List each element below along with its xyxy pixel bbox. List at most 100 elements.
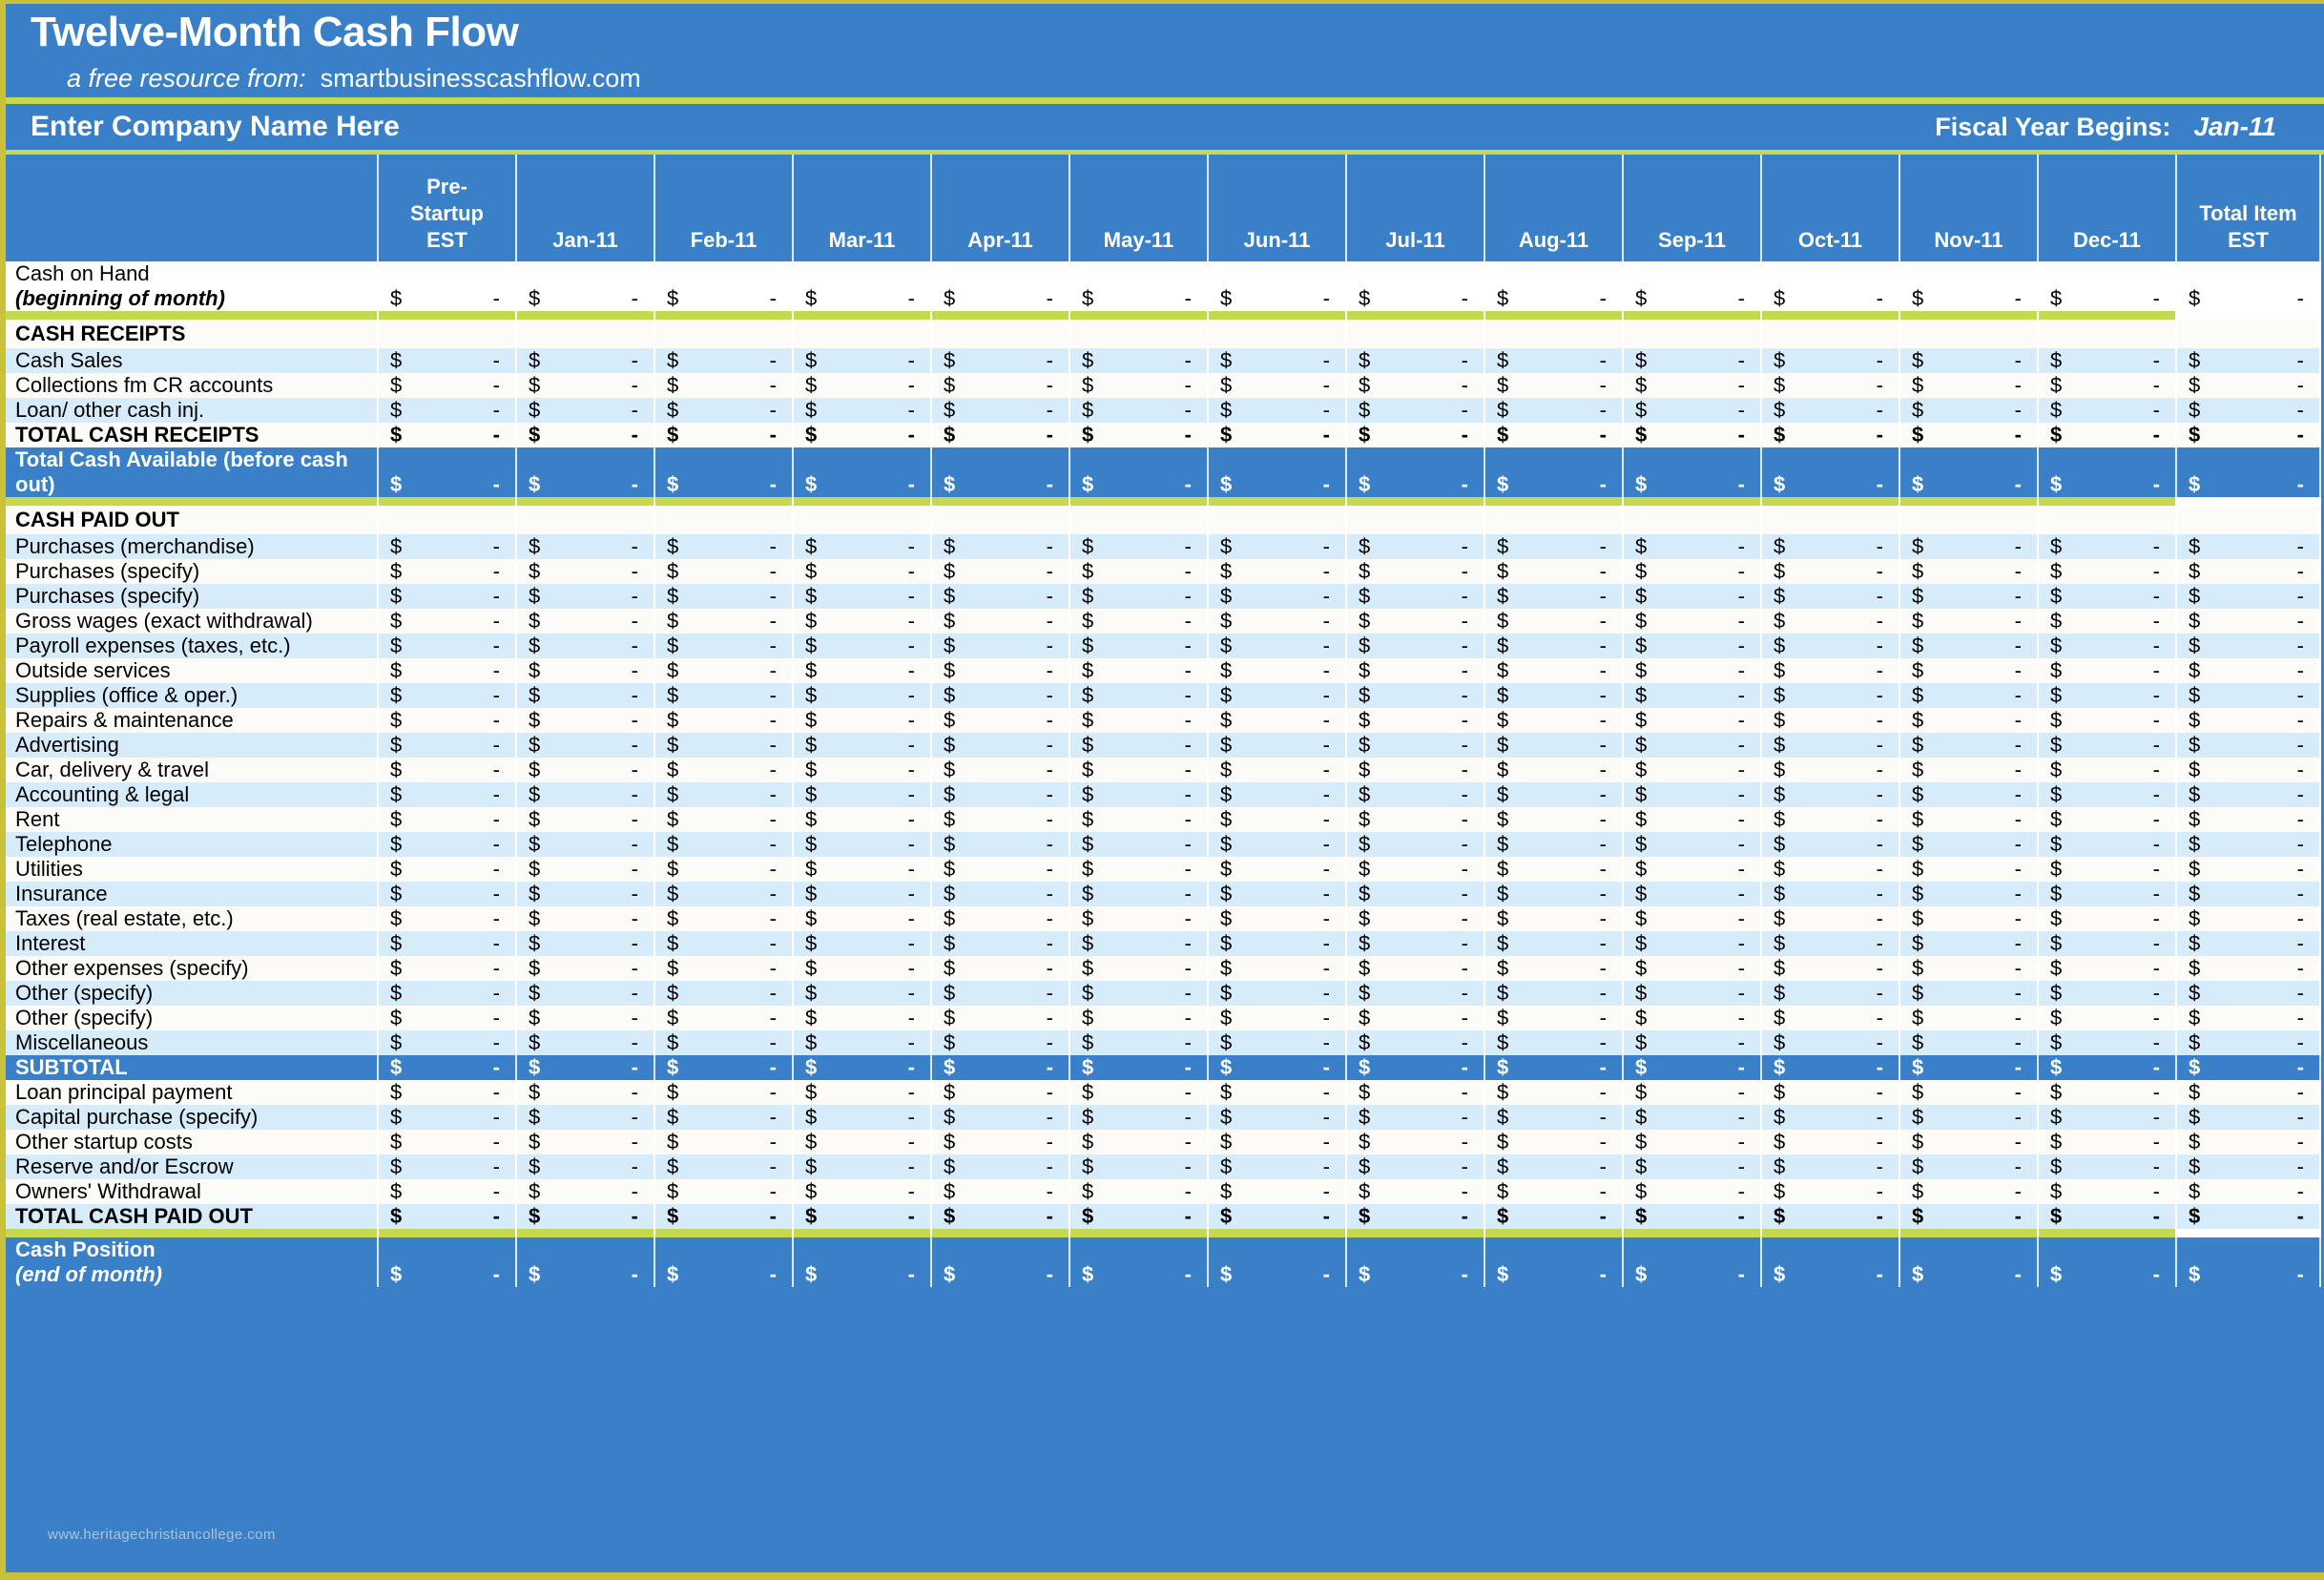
cell-payroll_expenses-nov[interactable]: $ - xyxy=(1899,634,2039,658)
cell-cash_sales-jan[interactable]: $ - xyxy=(516,348,655,373)
cell-other_expenses_specify-jul[interactable]: $ - xyxy=(1346,956,1485,981)
cell-other_specify_1-feb[interactable]: $ - xyxy=(654,981,794,1006)
cell-cash_on_hand-total[interactable]: $ - xyxy=(2176,261,2321,311)
cell-collections_cr-mar[interactable]: $ - xyxy=(793,373,932,398)
cell-car_delivery_travel-sep[interactable]: $ - xyxy=(1623,758,1762,782)
cell-cash_receipts_header-total[interactable] xyxy=(2176,320,2321,348)
cell-capital_purchase-aug[interactable]: $ - xyxy=(1484,1105,1624,1130)
cell-car_delivery_travel-dec[interactable]: $ - xyxy=(2038,758,2177,782)
column-header-jul[interactable]: Jul-11 xyxy=(1346,155,1485,261)
cell-supplies-jan[interactable]: $ - xyxy=(516,683,655,708)
cell-advertising-apr[interactable]: $ - xyxy=(931,733,1070,758)
cell-total_cash_available-dec[interactable]: $ - xyxy=(2038,447,2177,497)
cell-other_startup_costs-jan[interactable]: $ - xyxy=(516,1130,655,1154)
cell-loan_principal_payment-may[interactable]: $ - xyxy=(1069,1080,1209,1105)
cell-gross_wages-apr[interactable]: $ - xyxy=(931,609,1070,634)
cell-taxes_real_estate-jul[interactable]: $ - xyxy=(1346,906,1485,931)
cell-purchases_merchandise-may[interactable]: $ - xyxy=(1069,534,1209,559)
cell-collections_cr-may[interactable]: $ - xyxy=(1069,373,1209,398)
cell-reserve_escrow-feb[interactable]: $ - xyxy=(654,1154,794,1179)
cell-telephone-feb[interactable]: $ - xyxy=(654,832,794,857)
cell-loan_principal_payment-nov[interactable]: $ - xyxy=(1899,1080,2039,1105)
cell-advertising-jun[interactable]: $ - xyxy=(1208,733,1347,758)
cell-cash_sales-apr[interactable]: $ - xyxy=(931,348,1070,373)
cell-cash_position-jan[interactable]: $ - xyxy=(516,1237,655,1287)
cell-other_expenses_specify-feb[interactable]: $ - xyxy=(654,956,794,981)
cell-repairs_maintenance-total[interactable]: $ - xyxy=(2176,708,2321,733)
cell-purchases_specify_2-sep[interactable]: $ - xyxy=(1623,584,1762,609)
row-label-purchases_specify_1[interactable]: Purchases (specify) xyxy=(6,559,379,584)
cell-payroll_expenses-may[interactable]: $ - xyxy=(1069,634,1209,658)
cell-cash_on_hand-dec[interactable]: $ - xyxy=(2038,261,2177,311)
cell-total_cash_available-oct[interactable]: $ - xyxy=(1761,447,1900,497)
row-label-miscellaneous[interactable]: Miscellaneous xyxy=(6,1030,379,1055)
cell-reserve_escrow-dec[interactable]: $ - xyxy=(2038,1154,2177,1179)
cell-subtotal-prestartup[interactable]: $ - xyxy=(378,1055,517,1080)
column-header-sep[interactable]: Sep-11 xyxy=(1623,155,1762,261)
cell-other_specify_2-prestartup[interactable]: $ - xyxy=(378,1006,517,1030)
cell-supplies-jun[interactable]: $ - xyxy=(1208,683,1347,708)
cell-owners_withdrawal-nov[interactable]: $ - xyxy=(1899,1179,2039,1204)
cell-purchases_specify_2-prestartup[interactable]: $ - xyxy=(378,584,517,609)
row-label-subtotal[interactable]: SUBTOTAL xyxy=(6,1055,379,1080)
cell-cash_receipts_header-sep[interactable] xyxy=(1623,320,1762,348)
cell-cash_paid_out_header-jun[interactable] xyxy=(1208,506,1347,534)
cell-total_cash_available-total[interactable]: $ - xyxy=(2176,447,2321,497)
cell-cash_on_hand-oct[interactable]: $ - xyxy=(1761,261,1900,311)
cell-advertising-total[interactable]: $ - xyxy=(2176,733,2321,758)
cell-accounting_legal-oct[interactable]: $ - xyxy=(1761,782,1900,807)
cell-purchases_specify_1-mar[interactable]: $ - xyxy=(793,559,932,584)
cell-payroll_expenses-total[interactable]: $ - xyxy=(2176,634,2321,658)
cell-repairs_maintenance-oct[interactable]: $ - xyxy=(1761,708,1900,733)
cell-reserve_escrow-nov[interactable]: $ - xyxy=(1899,1154,2039,1179)
cell-insurance-sep[interactable]: $ - xyxy=(1623,882,1762,906)
cell-purchases_specify_2-total[interactable]: $ - xyxy=(2176,584,2321,609)
cell-purchases_merchandise-prestartup[interactable]: $ - xyxy=(378,534,517,559)
cell-total_cash_receipts-feb[interactable]: $ - xyxy=(654,423,794,447)
cell-accounting_legal-may[interactable]: $ - xyxy=(1069,782,1209,807)
cell-other_specify_1-sep[interactable]: $ - xyxy=(1623,981,1762,1006)
cell-purchases_merchandise-nov[interactable]: $ - xyxy=(1899,534,2039,559)
cell-utilities-mar[interactable]: $ - xyxy=(793,857,932,882)
cell-subtotal-jun[interactable]: $ - xyxy=(1208,1055,1347,1080)
cell-cash_paid_out_header-nov[interactable] xyxy=(1899,506,2039,534)
cell-purchases_specify_1-feb[interactable]: $ - xyxy=(654,559,794,584)
cell-repairs_maintenance-jul[interactable]: $ - xyxy=(1346,708,1485,733)
cell-loan_other_cash_inj-jul[interactable]: $ - xyxy=(1346,398,1485,423)
cell-outside_services-prestartup[interactable]: $ - xyxy=(378,658,517,683)
cell-total_cash_paid_out-jun[interactable]: $ - xyxy=(1208,1204,1347,1229)
cell-other_startup_costs-feb[interactable]: $ - xyxy=(654,1130,794,1154)
cell-cash_paid_out_header-jul[interactable] xyxy=(1346,506,1485,534)
cell-other_expenses_specify-prestartup[interactable]: $ - xyxy=(378,956,517,981)
cell-collections_cr-dec[interactable]: $ - xyxy=(2038,373,2177,398)
cell-loan_other_cash_inj-mar[interactable]: $ - xyxy=(793,398,932,423)
cell-subtotal-jul[interactable]: $ - xyxy=(1346,1055,1485,1080)
cell-telephone-jul[interactable]: $ - xyxy=(1346,832,1485,857)
cell-car_delivery_travel-apr[interactable]: $ - xyxy=(931,758,1070,782)
cell-purchases_specify_2-feb[interactable]: $ - xyxy=(654,584,794,609)
cell-repairs_maintenance-jan[interactable]: $ - xyxy=(516,708,655,733)
cell-other_specify_1-dec[interactable]: $ - xyxy=(2038,981,2177,1006)
cell-payroll_expenses-dec[interactable]: $ - xyxy=(2038,634,2177,658)
cell-total_cash_receipts-jun[interactable]: $ - xyxy=(1208,423,1347,447)
cell-subtotal-sep[interactable]: $ - xyxy=(1623,1055,1762,1080)
cell-supplies-mar[interactable]: $ - xyxy=(793,683,932,708)
cell-other_startup_costs-mar[interactable]: $ - xyxy=(793,1130,932,1154)
cell-repairs_maintenance-mar[interactable]: $ - xyxy=(793,708,932,733)
cell-capital_purchase-mar[interactable]: $ - xyxy=(793,1105,932,1130)
cell-taxes_real_estate-total[interactable]: $ - xyxy=(2176,906,2321,931)
cell-utilities-aug[interactable]: $ - xyxy=(1484,857,1624,882)
cell-other_specify_1-nov[interactable]: $ - xyxy=(1899,981,2039,1006)
cell-collections_cr-jun[interactable]: $ - xyxy=(1208,373,1347,398)
cell-miscellaneous-aug[interactable]: $ - xyxy=(1484,1030,1624,1055)
cell-purchases_merchandise-dec[interactable]: $ - xyxy=(2038,534,2177,559)
cell-gross_wages-aug[interactable]: $ - xyxy=(1484,609,1624,634)
cell-miscellaneous-nov[interactable]: $ - xyxy=(1899,1030,2039,1055)
cell-loan_principal_payment-jan[interactable]: $ - xyxy=(516,1080,655,1105)
cell-other_expenses_specify-aug[interactable]: $ - xyxy=(1484,956,1624,981)
cell-accounting_legal-aug[interactable]: $ - xyxy=(1484,782,1624,807)
cell-rent-feb[interactable]: $ - xyxy=(654,807,794,832)
cell-total_cash_paid_out-dec[interactable]: $ - xyxy=(2038,1204,2177,1229)
cell-cash_position-sep[interactable]: $ - xyxy=(1623,1237,1762,1287)
cell-insurance-mar[interactable]: $ - xyxy=(793,882,932,906)
